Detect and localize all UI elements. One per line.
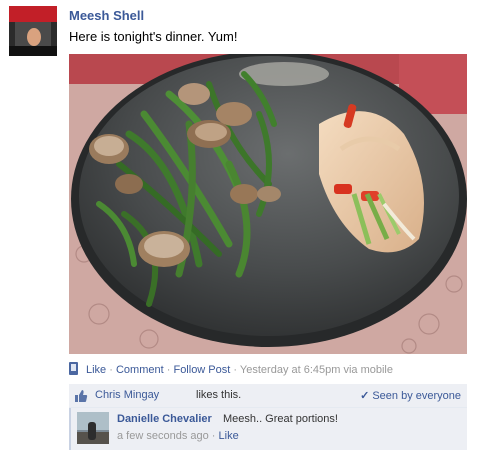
likes-text: likes this. bbox=[196, 389, 242, 401]
seen-label: Seen by everyone bbox=[372, 390, 461, 402]
commenter-avatar[interactable] bbox=[77, 412, 109, 444]
comment-item: Danielle Chevalier Meesh.. Great portion… bbox=[69, 408, 467, 450]
separator: · bbox=[233, 364, 238, 376]
mobile-phone-icon bbox=[69, 362, 78, 375]
comment-like-link[interactable]: Like bbox=[219, 430, 239, 442]
separator: · bbox=[166, 364, 171, 376]
commenter-name[interactable]: Danielle Chevalier bbox=[117, 413, 212, 425]
comment-timestamp[interactable]: a few seconds ago bbox=[117, 430, 209, 442]
likes-row: Chris Mingay likes this. ✓ Seen by everyo… bbox=[69, 384, 467, 408]
comment-link[interactable]: Comment bbox=[116, 364, 164, 376]
author-avatar[interactable] bbox=[9, 6, 57, 56]
thumbs-up-icon bbox=[75, 390, 88, 402]
post-author-name[interactable]: Meesh Shell bbox=[69, 8, 144, 23]
like-link[interactable]: Like bbox=[86, 364, 106, 376]
comment-meta: a few seconds ago · Like bbox=[117, 430, 239, 442]
post-message: Here is tonight's dinner. Yum! bbox=[69, 29, 238, 44]
seen-by-everyone[interactable]: ✓ Seen by everyone bbox=[360, 389, 461, 402]
checkmark-icon: ✓ bbox=[360, 390, 370, 402]
separator: · bbox=[211, 430, 216, 442]
post-actions-bar: Like · Comment · Follow Post · Yesterday… bbox=[69, 362, 469, 378]
post-timestamp[interactable]: Yesterday at 6:45pm via mobile bbox=[240, 364, 393, 376]
separator: · bbox=[109, 364, 113, 376]
post-photo[interactable] bbox=[69, 54, 467, 354]
follow-post-link[interactable]: Follow Post bbox=[173, 364, 230, 376]
comment-text: Meesh.. Great portions! bbox=[223, 413, 338, 425]
liker-name[interactable]: Chris Mingay bbox=[95, 389, 159, 401]
